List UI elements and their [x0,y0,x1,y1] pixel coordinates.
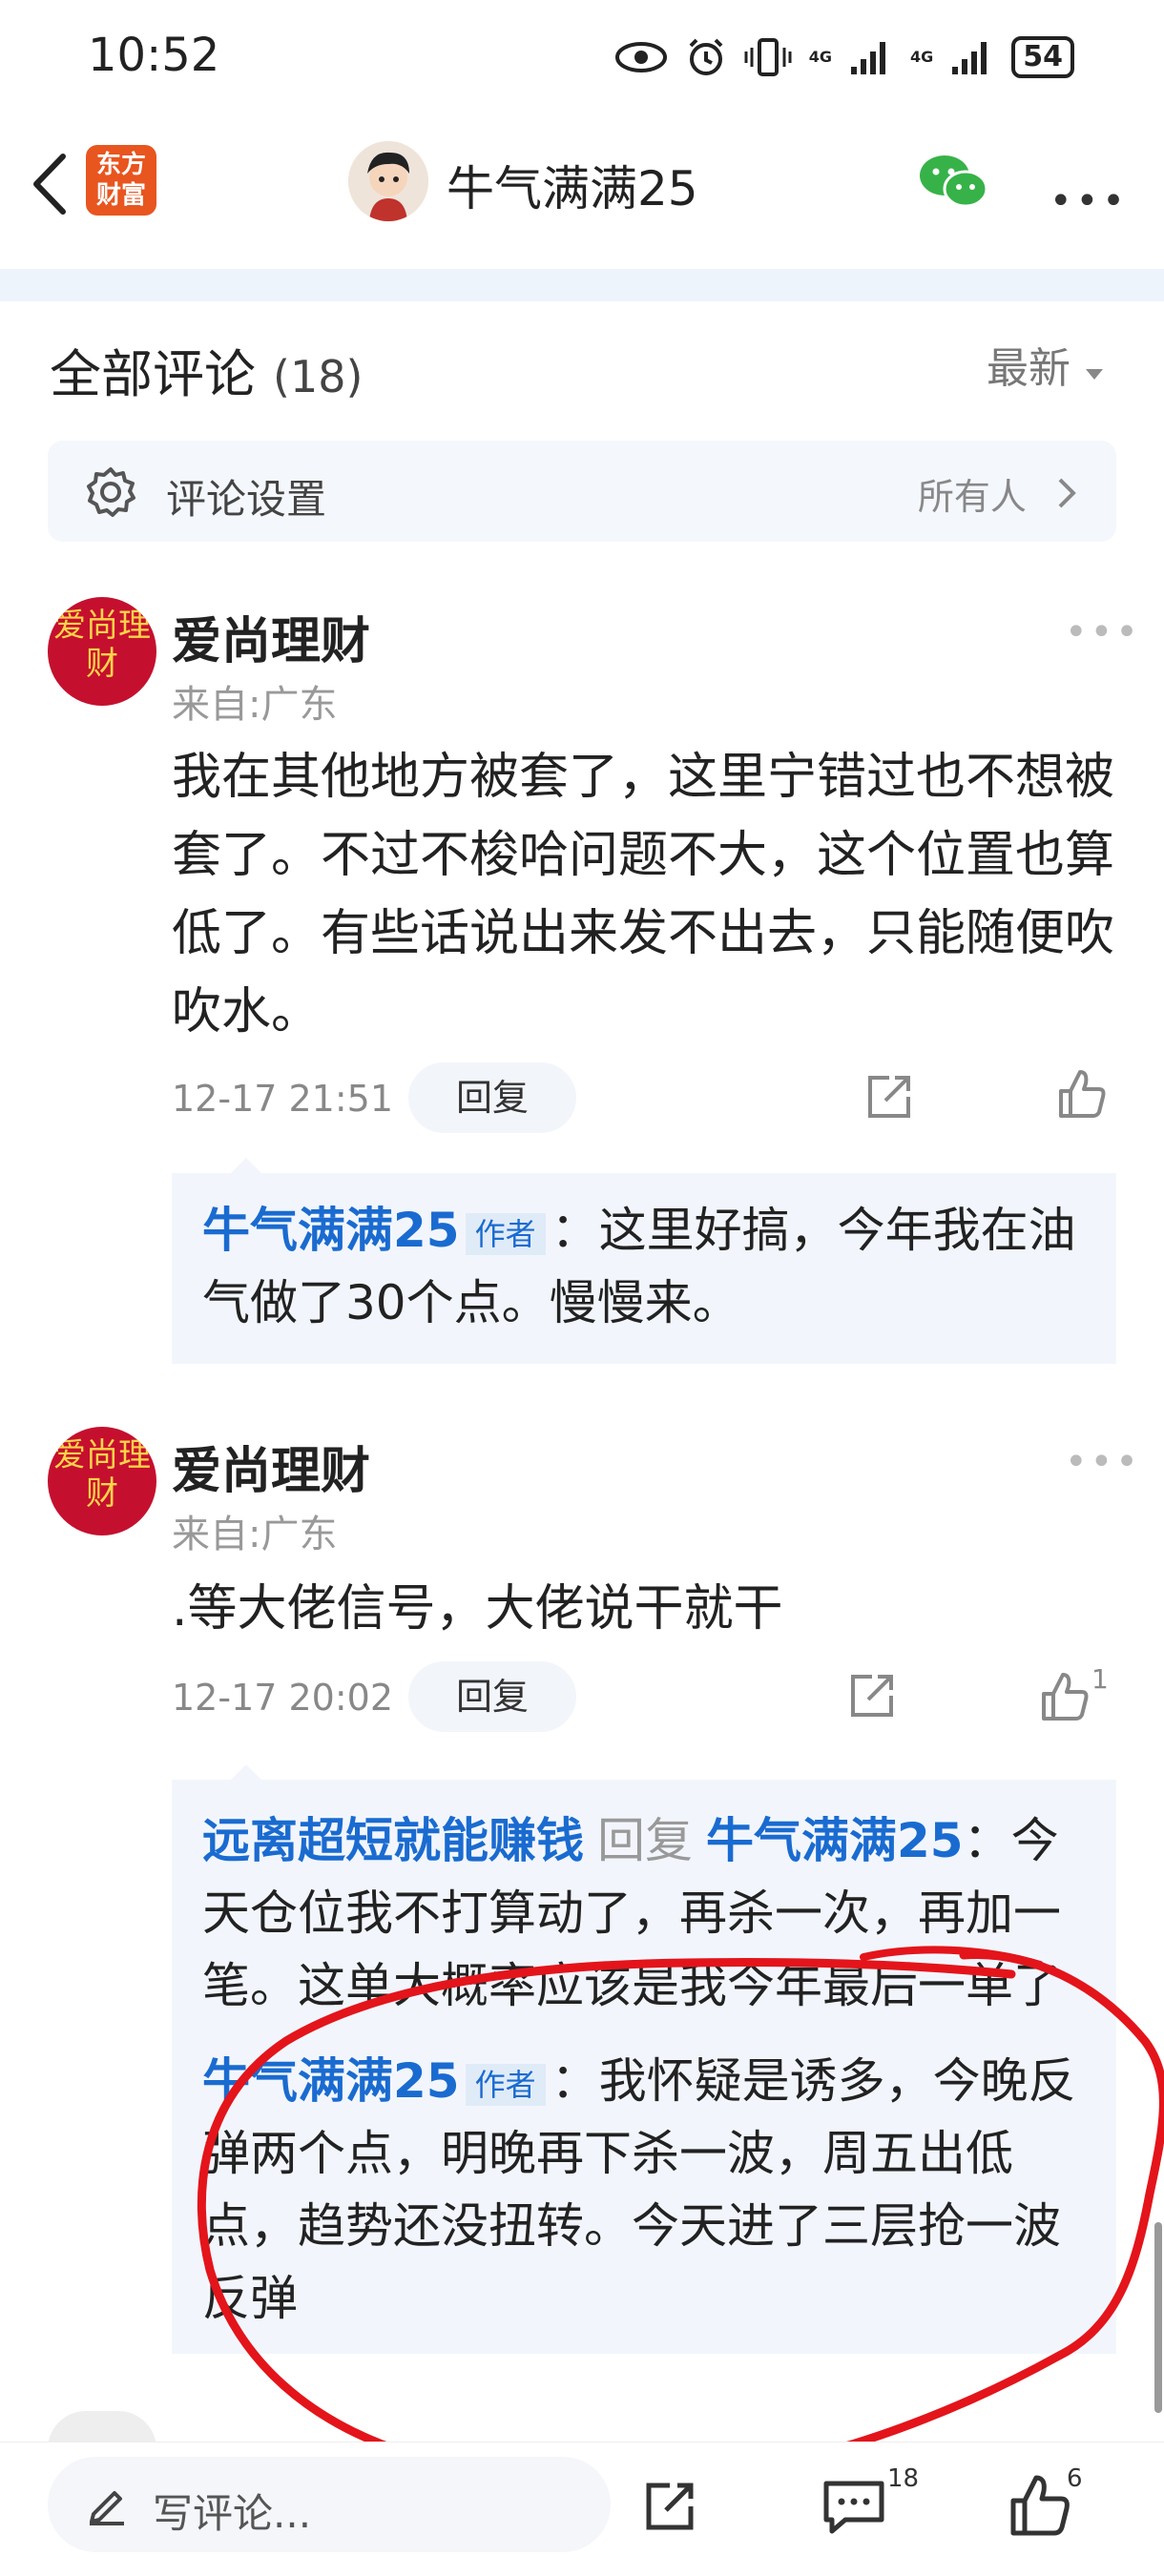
commenter-name[interactable]: 爱尚理财 [172,601,370,672]
comment-settings-label: 评论设置 [166,476,327,523]
comments-title: 全部评论 [50,344,256,404]
comment-settings-value-wrap: 所有人 [918,467,1078,520]
comment-icon[interactable] [822,2478,885,2537]
like-icon[interactable] [1040,1671,1090,1722]
commenter-location: 来自:广东 [172,1513,338,1556]
caret-down-icon [1086,369,1103,380]
reply-item: 远离超短就能赚钱 回复 牛气满满25：今天仓位我不打算动了，再杀一次，再加一笔。这单… [202,1804,1099,2022]
scrollbar[interactable] [1154,2222,1162,2413]
eye-icon [614,42,667,72]
comment-text: .等大佬信号，大佬说干就干 [172,1580,783,1638]
reply-box: 牛气满满25 作者 ：这里好搞，今年我在油气做了30个点。慢慢来。 [172,1158,1116,1364]
page-title: 牛气满满25 [447,161,698,216]
wechat-share-icon[interactable] [918,153,988,210]
vibrate-icon [744,38,792,76]
sort-label: 最新 [987,344,1070,393]
more-icon[interactable]: ••• [1050,179,1129,223]
comment-settings-value: 所有人 [917,476,1027,518]
share-icon[interactable] [641,2478,698,2535]
comment-count-badge: 18 [887,2464,920,2493]
reply-item: 牛气满满25 作者 ：我怀疑是诱多，今晚反弹两个点，明晚再下杀一波，周五出低点，趋势… [202,2045,1099,2335]
sort-dropdown[interactable]: 最新 [987,334,1105,395]
reply-item: 牛气满满25 作者 ：这里好搞，今年我在油气做了30个点。慢慢来。 [202,1194,1099,1339]
comment-text: 我在其他地方被套了，这里宁错过也不想被套了。不过不梭哈问题不大，这个位置也算低了… [172,749,1115,1041]
like-icon[interactable] [1009,2474,1070,2537]
commenter-location: 来自:广东 [172,683,338,727]
comments-count: (18) [273,351,364,402]
back-icon[interactable] [25,151,73,217]
share-icon[interactable] [847,1671,897,1721]
like-icon[interactable] [1057,1068,1107,1120]
status-bar: 10:52 4G 4G 54 [0,0,1164,114]
like-count: 1 [1091,1663,1109,1695]
network-label-2: 4G [909,48,934,66]
author-tag: 作者 [465,1212,546,1255]
comment-more-icon[interactable]: ••• [1065,1440,1141,1484]
author-tag: 作者 [465,2063,546,2106]
status-time: 10:52 [88,29,220,82]
cartoon-avatar-icon [348,141,428,221]
like-count-badge: 6 [1067,2464,1083,2493]
pencil-icon [90,2491,124,2525]
network-label-1: 4G [808,48,832,66]
reply-author[interactable]: 牛气满满25 [202,1203,460,1258]
comments-header: 全部评论 (18) [50,332,363,407]
reply-target[interactable]: 牛气满满25 [706,1813,964,1868]
reply-pointer [229,1158,263,1175]
write-comment-placeholder: 写评论... [153,2490,312,2537]
signal-icon-2 [952,42,987,74]
gear-icon [87,467,135,517]
reply-button[interactable]: 回复 [408,1062,576,1133]
status-icons: 4G 4G 54 [614,34,1074,80]
reply-pointer [229,1764,263,1782]
comment-more-icon[interactable]: ••• [1065,610,1141,654]
divider-band [0,269,1164,301]
comment-settings-row[interactable]: 评论设置 所有人 [48,441,1116,542]
reply-word: 回复 [597,1813,693,1868]
reply-box: 远离超短就能赚钱 回复 牛气满满25：今天仓位我不打算动了，再杀一次，再加一笔。这单… [172,1764,1116,2354]
logo-text-1: 东方 [95,151,146,179]
author-avatar[interactable] [348,141,428,221]
comment-time: 12-17 20:02 [172,1677,394,1719]
reply-author[interactable]: 远离超短就能赚钱 [202,1813,584,1868]
share-icon[interactable] [864,1072,914,1122]
avatar-label: 爱尚理财 [53,607,151,683]
commenter-name[interactable]: 爱尚理财 [172,1431,370,1502]
commenter-avatar[interactable]: 爱尚理财 [48,1427,156,1535]
comment-time: 12-17 21:51 [172,1078,394,1120]
avatar-label: 爱尚理财 [53,1436,151,1513]
alarm-icon [689,38,723,75]
chevron-right-icon [1058,478,1076,508]
write-comment-input[interactable]: 写评论... [48,2457,611,2552]
reply-button[interactable]: 回复 [408,1661,576,1732]
signal-icon [850,42,885,74]
commenter-avatar[interactable]: 爱尚理财 [48,597,156,706]
battery-indicator: 54 [1011,36,1074,78]
logo-text-2: 财富 [95,181,146,210]
app-logo[interactable]: 东方 财富 [86,145,156,216]
reply-author[interactable]: 牛气满满25 [202,2053,460,2109]
